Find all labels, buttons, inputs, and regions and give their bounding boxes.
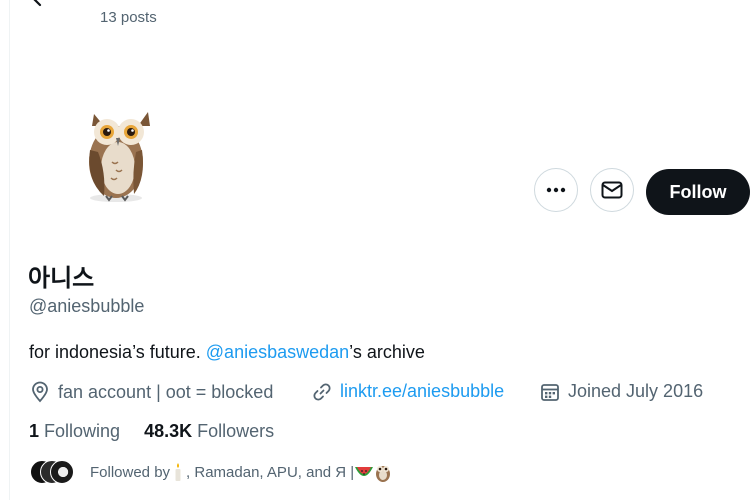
followers-link[interactable]: 48.3K Followers xyxy=(144,421,274,441)
bio-mention-link[interactable]: @aniesbaswedan xyxy=(206,342,349,362)
location-text: fan account | oot = blocked xyxy=(58,381,274,402)
following-link[interactable]: 1 Following xyxy=(29,421,120,441)
location-pin-icon xyxy=(32,381,48,403)
profile-location: fan account | oot = blocked xyxy=(30,381,273,403)
follower-avatars xyxy=(30,460,74,484)
bio-text-suffix: ’s archive xyxy=(349,342,425,362)
profile-joined-date: Joined July 2016 xyxy=(540,381,703,402)
display-name: 아니스 xyxy=(28,265,95,292)
watermelon-icon xyxy=(355,467,374,476)
profile-stats: 1 Following 48.3K Followers xyxy=(29,421,274,442)
owl-icon xyxy=(89,112,150,202)
follower-avatar xyxy=(50,460,74,484)
profile-bio: for indonesia’s future. @aniesbaswedan’s… xyxy=(29,342,425,363)
message-button[interactable] xyxy=(590,168,634,212)
candle-icon xyxy=(175,463,181,481)
more-horizontal-icon xyxy=(546,187,566,193)
link-icon xyxy=(313,382,331,401)
calendar-icon xyxy=(541,383,559,401)
bio-text: for indonesia’s future. xyxy=(29,342,206,362)
website-link[interactable]: linktr.ee/aniesbubble xyxy=(340,381,504,402)
followed-by-prefix: Followed by xyxy=(90,463,171,481)
followers-label: Followers xyxy=(197,421,275,441)
joined-text: Joined July 2016 xyxy=(568,381,704,401)
owl-icon xyxy=(376,466,391,482)
profile-handle: @aniesbubble xyxy=(29,296,145,316)
back-button[interactable] xyxy=(28,0,56,10)
following-count: 1 xyxy=(29,421,40,441)
followers-count: 48.3K xyxy=(144,421,193,441)
followed-by-row[interactable]: Followed by , Ramadan, APU, and Я | xyxy=(30,460,392,484)
profile-avatar[interactable] xyxy=(76,100,156,205)
post-count: 13 posts xyxy=(100,9,157,26)
follow-button[interactable]: Follow xyxy=(646,169,750,215)
more-button[interactable] xyxy=(534,168,578,212)
arrow-left-icon xyxy=(33,0,42,7)
page-divider xyxy=(9,0,10,500)
followed-by-names: , Ramadan, APU, and Я | xyxy=(186,463,355,481)
profile-website: linktr.ee/aniesbubble xyxy=(312,381,504,402)
following-label: Following xyxy=(44,421,121,441)
envelope-icon xyxy=(601,181,623,199)
